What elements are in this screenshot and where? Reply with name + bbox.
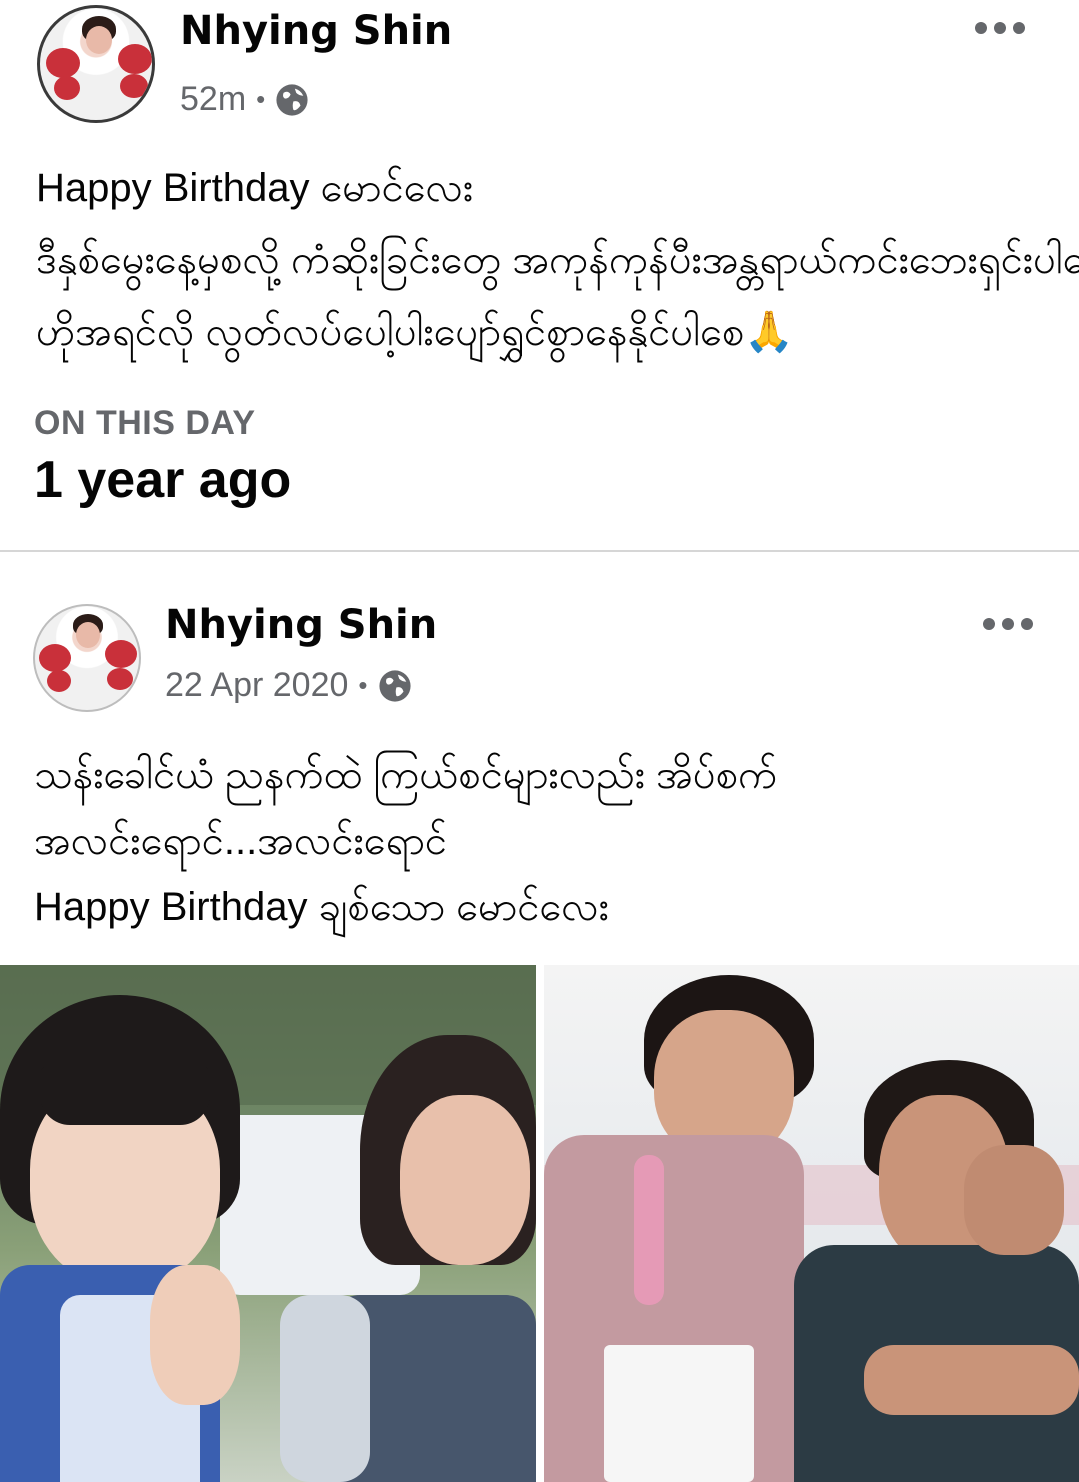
post-text-line: Happy Birthday ချစ်သော မောင်လေး <box>34 885 609 929</box>
post-text-line: ဒီနှစ်မွေးနေ့မှစလို့ ကံဆိုးခြင်းတွေ အကုန… <box>36 238 1079 282</box>
author-name[interactable]: Nhying Shin <box>180 8 452 54</box>
on-this-day-label: ON THIS DAY <box>34 404 256 442</box>
post-date[interactable]: 22 Apr 2020 <box>165 666 348 705</box>
author-avatar[interactable] <box>37 5 155 123</box>
post-text-line: အလင်းရောင်...အလင်းရောင် <box>34 819 448 863</box>
post-text-line: သန်းခေါင်ယံ ညနက်ထဲ ကြယ်စင်များလည်း အိပ်စ… <box>34 753 778 797</box>
post-photo-right[interactable] <box>544 965 1079 1482</box>
post-text-line: ဟိုအရင်လို လွတ်လပ်ပေါ့ပါးပျော်ရွှင်စွာနေ… <box>36 310 795 354</box>
more-options-icon[interactable] <box>983 618 1033 630</box>
author-name[interactable]: Nhying Shin <box>165 602 437 648</box>
meta-separator: • <box>256 84 266 114</box>
more-options-icon[interactable] <box>975 22 1025 34</box>
author-avatar[interactable] <box>33 604 141 712</box>
memory-age: 1 year ago <box>34 451 292 509</box>
globe-icon[interactable] <box>378 669 412 703</box>
meta-separator: • <box>358 670 368 700</box>
post-meta: 52m • <box>180 80 309 119</box>
current-post: Nhying Shin 52m • Happy Birthday မောင်လေ… <box>0 0 1079 550</box>
post-text-line: Happy Birthday မောင်လေး <box>36 166 474 210</box>
post-photo-left[interactable] <box>0 965 536 1482</box>
post-text: Happy Birthday မောင်လေး ဒီနှစ်မွေးနေ့မှစ… <box>36 152 1079 368</box>
post-meta: 22 Apr 2020 • <box>165 666 412 705</box>
post-time[interactable]: 52m <box>180 80 246 119</box>
globe-icon[interactable] <box>275 83 309 117</box>
post-text: သန်းခေါင်ယံ ညနက်ထဲ ကြယ်စင်များလည်း အိပ်စ… <box>34 742 777 940</box>
